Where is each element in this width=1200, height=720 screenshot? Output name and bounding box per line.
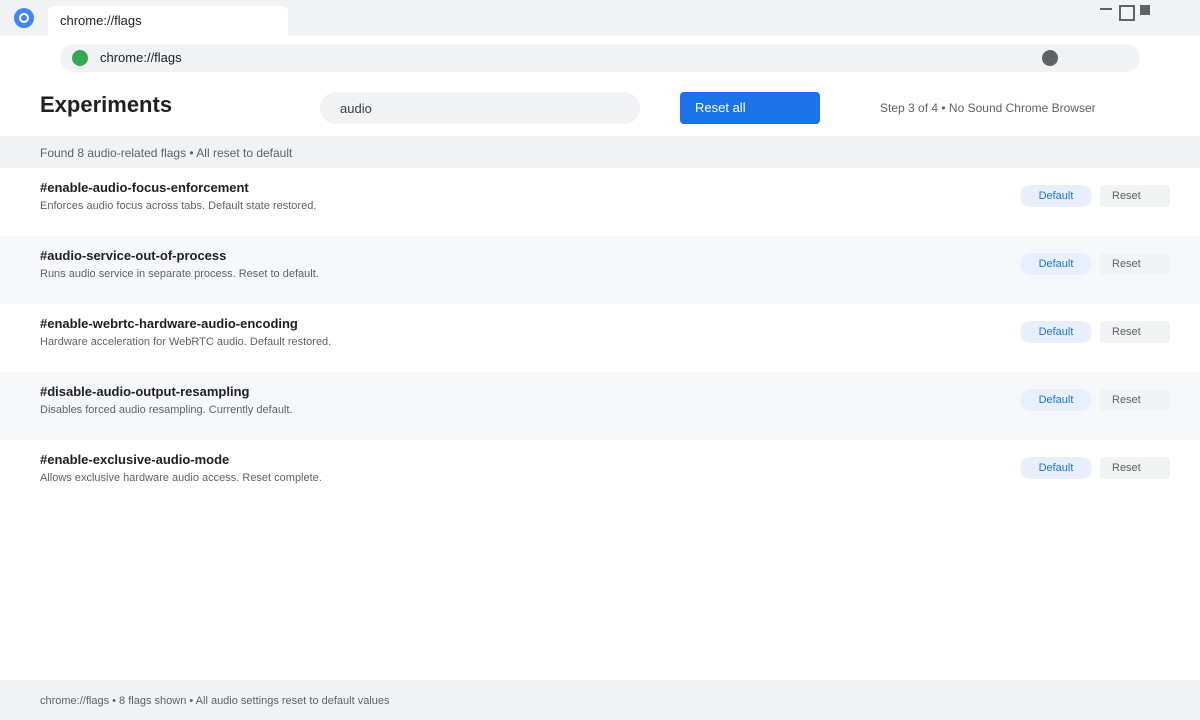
reset-all-button[interactable]: Reset all <box>680 92 820 124</box>
flag-description: Allows exclusive hardware audio access. … <box>40 472 322 484</box>
flag-name[interactable]: #audio-service-out-of-process <box>40 248 226 263</box>
flag-description: Runs audio service in separate process. … <box>40 268 319 280</box>
flag-description: Enforces audio focus across tabs. Defaul… <box>40 200 317 212</box>
address-bar-url[interactable]: chrome://flags <box>100 44 182 72</box>
profile-icon[interactable] <box>1042 50 1058 66</box>
footer-status: chrome://flags • 8 flags shown • All aud… <box>0 680 1200 720</box>
flag-row: #disable-audio-output-resampling Disable… <box>0 372 1200 440</box>
step-indicator: Step 3 of 4 • No Sound Chrome Browser <box>880 101 1096 115</box>
flag-row: #audio-service-out-of-process Runs audio… <box>0 236 1200 304</box>
flags-list: #enable-audio-focus-enforcement Enforces… <box>0 168 1200 508</box>
flag-name[interactable]: #disable-audio-output-resampling <box>40 384 249 399</box>
tab-strip: chrome://flags <box>0 0 1200 36</box>
flag-description: Hardware acceleration for WebRTC audio. … <box>40 336 332 348</box>
flag-reset-button[interactable]: Reset <box>1100 389 1170 411</box>
tab-title: chrome://flags <box>60 13 142 28</box>
flag-state-select[interactable]: Default <box>1020 321 1092 343</box>
flag-description: Disables forced audio resampling. Curren… <box>40 404 293 416</box>
address-bar[interactable]: chrome://flags <box>60 44 1140 72</box>
maximize-icon[interactable] <box>1119 4 1135 21</box>
flag-state-select[interactable]: Default <box>1020 389 1092 411</box>
minimize-icon[interactable] <box>1100 4 1112 18</box>
flag-reset-button[interactable]: Reset <box>1100 185 1170 207</box>
flag-state-select[interactable]: Default <box>1020 457 1092 479</box>
page-title: Experiments <box>40 92 173 117</box>
flag-reset-button[interactable]: Reset <box>1100 457 1170 479</box>
flag-state-select[interactable]: Default <box>1020 185 1092 207</box>
active-tab[interactable]: chrome://flags <box>48 6 288 36</box>
secure-connection-icon[interactable] <box>72 50 88 66</box>
flag-name[interactable]: #enable-audio-focus-enforcement <box>40 180 249 195</box>
chrome-logo-icon <box>14 8 34 28</box>
flag-row: #enable-audio-focus-enforcement Enforces… <box>0 168 1200 236</box>
flag-reset-button[interactable]: Reset <box>1100 253 1170 275</box>
close-icon[interactable] <box>1139 4 1151 18</box>
flag-row: #enable-exclusive-audio-mode Allows excl… <box>0 440 1200 508</box>
search-flags-input[interactable] <box>320 92 640 124</box>
flag-name[interactable]: #enable-webrtc-hardware-audio-encoding <box>40 316 298 331</box>
search-status: Found 8 audio-related flags • All reset … <box>0 136 1200 168</box>
flag-name[interactable]: #enable-exclusive-audio-mode <box>40 452 229 467</box>
flag-reset-button[interactable]: Reset <box>1100 321 1170 343</box>
flag-state-select[interactable]: Default <box>1020 253 1092 275</box>
flag-row: #enable-webrtc-hardware-audio-encoding H… <box>0 304 1200 372</box>
